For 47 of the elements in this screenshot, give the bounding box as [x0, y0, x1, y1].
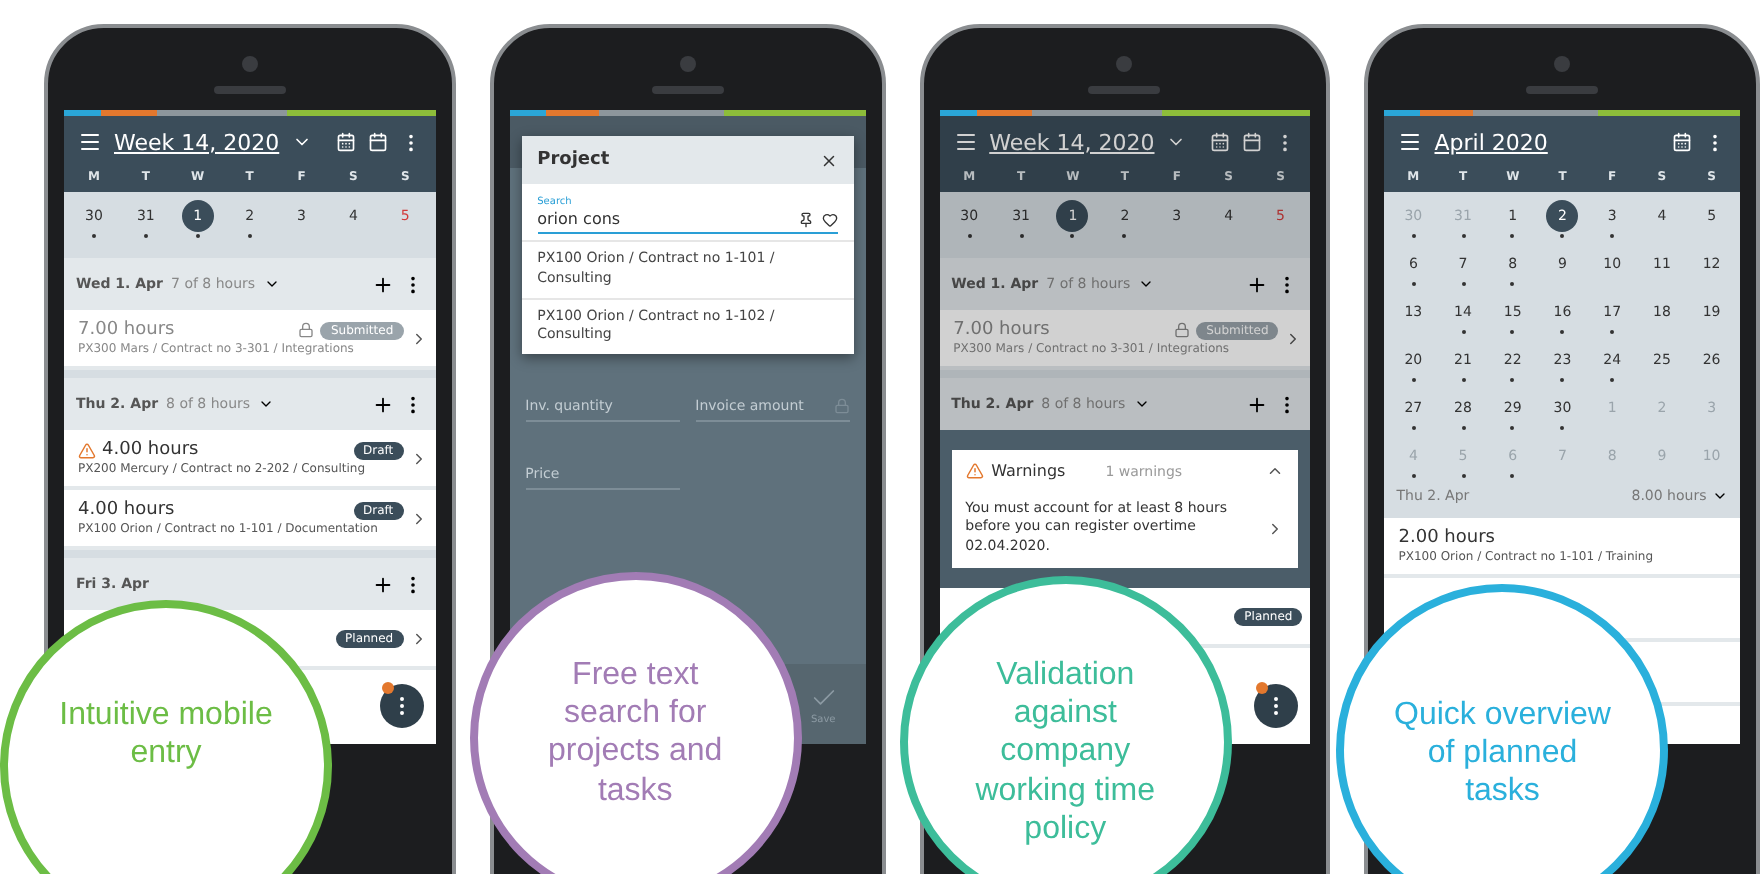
- notification-dot: [1256, 682, 1269, 694]
- callout-text: Quick overview of planned tasks: [1392, 696, 1613, 812]
- speaker-icon: [213, 86, 286, 94]
- calendar-icon[interactable]: [1242, 132, 1263, 152]
- chevron-down-icon: [258, 396, 275, 412]
- notification-dot: [381, 682, 394, 694]
- entry-hours: 4.00 hours: [78, 500, 175, 520]
- warning-icon: [965, 462, 984, 480]
- heart-icon[interactable]: [821, 211, 838, 227]
- chevron-down-icon: [1133, 396, 1150, 412]
- camera-icon: [241, 56, 258, 72]
- menu-icon[interactable]: [953, 130, 978, 154]
- chevron-down-icon: [1712, 488, 1729, 504]
- entry-hours: 7.00 hours: [953, 320, 1050, 340]
- more-fab[interactable]: [379, 684, 424, 728]
- dialog-title: Project: [537, 150, 610, 170]
- entry-hours: 4.00 hours: [102, 440, 199, 460]
- plus-icon[interactable]: [371, 393, 394, 415]
- callout-text: Intuitive mobile entry: [57, 696, 275, 773]
- menu-icon[interactable]: [78, 130, 102, 154]
- warnings-title: Warnings: [991, 462, 1066, 480]
- speaker-icon: [651, 86, 724, 94]
- plus-icon[interactable]: [371, 273, 394, 295]
- pin-icon[interactable]: [797, 211, 814, 227]
- camera-icon: [1116, 56, 1133, 72]
- entry-hours: 2.00 hours: [1398, 528, 1497, 548]
- more-fab[interactable]: [1254, 684, 1299, 728]
- callout-text: Free text search for projects and tasks: [546, 656, 725, 810]
- calendar-icon[interactable]: [1210, 132, 1231, 152]
- chevron-up-icon: [1266, 462, 1285, 480]
- callout-text: Validation against company working time policy: [973, 656, 1158, 848]
- month-title[interactable]: April 2020: [1434, 129, 1548, 155]
- menu-icon[interactable]: [1398, 130, 1423, 154]
- chevron-down-icon: [1138, 276, 1155, 292]
- entry-hours: 7.00 hours: [78, 320, 175, 340]
- plus-icon[interactable]: [1246, 273, 1269, 295]
- calendar-icon[interactable]: [367, 132, 388, 152]
- chevron-down-icon: [263, 276, 280, 292]
- calendar-icon[interactable]: [335, 132, 356, 152]
- camera-icon: [679, 56, 696, 72]
- close-icon[interactable]: [819, 151, 838, 169]
- plus-icon[interactable]: [1246, 393, 1269, 415]
- speaker-icon: [1088, 86, 1161, 94]
- camera-icon: [1554, 56, 1571, 72]
- calendar-icon[interactable]: [1672, 132, 1693, 152]
- speaker-icon: [1526, 86, 1599, 94]
- plus-icon[interactable]: [371, 573, 394, 595]
